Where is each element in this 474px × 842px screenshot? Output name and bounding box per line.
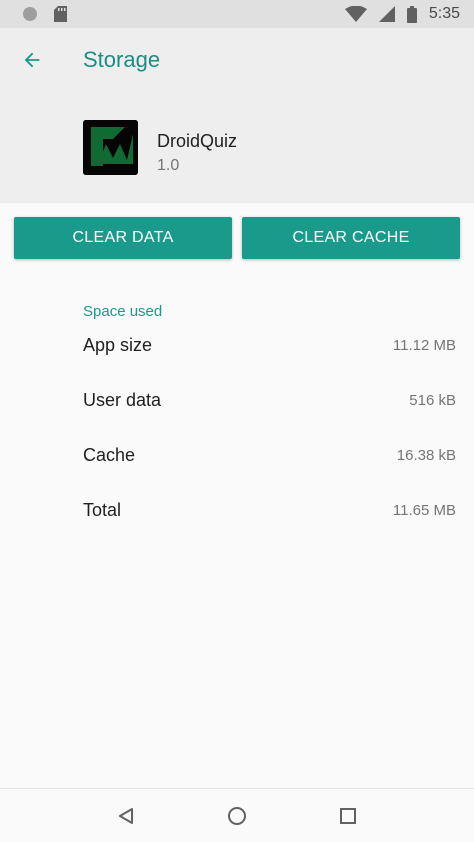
storage-row-label: Cache bbox=[83, 444, 136, 465]
storage-row-value: 516 kB bbox=[409, 391, 456, 409]
nav-home-button[interactable] bbox=[217, 796, 257, 836]
storage-row-label: User data bbox=[83, 389, 162, 410]
status-bar: 5:35 bbox=[0, 0, 474, 28]
battery-icon bbox=[406, 5, 417, 23]
page-title: Storage bbox=[83, 47, 161, 72]
clear-cache-button[interactable]: CLEAR CACHE bbox=[242, 217, 460, 259]
home-circle-icon bbox=[227, 806, 246, 825]
app-name: DroidQuiz bbox=[157, 131, 238, 151]
app-icon bbox=[83, 120, 138, 175]
back-button[interactable] bbox=[14, 42, 50, 78]
notification-dot-icon bbox=[23, 7, 37, 21]
storage-row-value: 16.38 kB bbox=[396, 446, 456, 464]
storage-row-label: App size bbox=[83, 334, 153, 355]
sd-card-icon bbox=[54, 6, 67, 22]
arrow-back-icon bbox=[24, 52, 40, 68]
storage-row-value: 11.65 MB bbox=[392, 501, 456, 519]
navigation-bar bbox=[0, 788, 474, 842]
clear-data-button[interactable]: CLEAR DATA bbox=[14, 217, 232, 259]
storage-row-total: Total 11.65 MB bbox=[83, 495, 456, 525]
nav-recents-button[interactable] bbox=[328, 796, 368, 836]
app-header: Storage DroidQuiz 1.0 bbox=[0, 28, 474, 203]
status-right: 5:35 bbox=[333, 5, 460, 23]
back-triangle-icon bbox=[118, 807, 133, 824]
storage-row-app-size: App size 11.12 MB bbox=[83, 330, 456, 360]
recents-square-icon bbox=[340, 807, 357, 824]
status-left bbox=[22, 6, 83, 22]
storage-row-cache: Cache 16.38 kB bbox=[83, 440, 456, 470]
nav-back-button[interactable] bbox=[106, 796, 146, 836]
storage-row-label: Total bbox=[83, 499, 122, 520]
storage-row-value: 11.12 MB bbox=[392, 336, 456, 354]
clock: 5:35 bbox=[428, 5, 460, 22]
storage-row-user-data: User data 516 kB bbox=[83, 385, 456, 415]
wifi-icon bbox=[344, 6, 367, 22]
signal-icon bbox=[378, 6, 395, 22]
app-version: 1.0 bbox=[157, 157, 180, 174]
space-used-header: Space used bbox=[83, 303, 163, 320]
droidquiz-logo-icon bbox=[83, 120, 138, 175]
